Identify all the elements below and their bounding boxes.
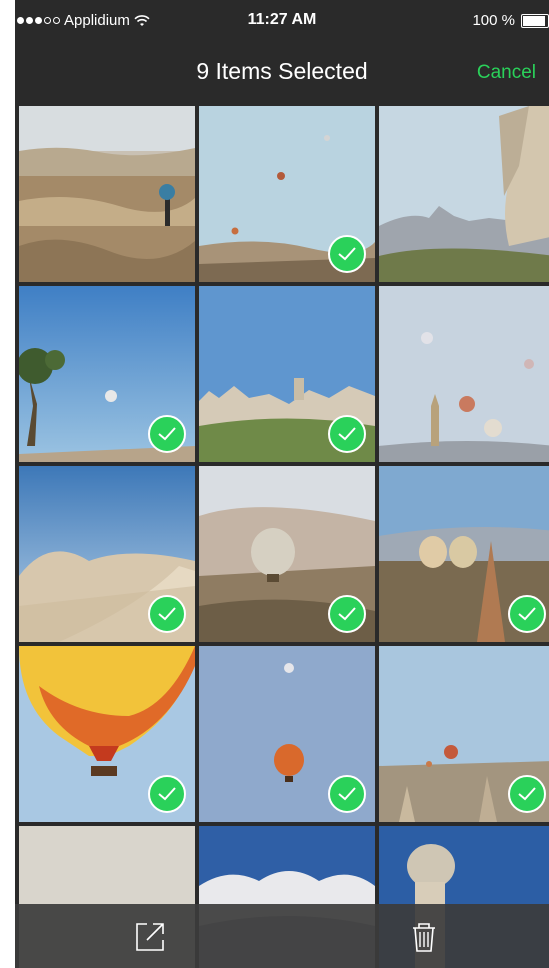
photo-rock-town bbox=[379, 106, 549, 282]
selected-check-icon bbox=[328, 235, 366, 273]
navigation-bar: 9 Items Selected Cancel bbox=[15, 44, 549, 100]
photo-thumbnail[interactable] bbox=[379, 286, 549, 462]
selected-check-icon bbox=[508, 595, 546, 633]
photo-thumbnail[interactable] bbox=[19, 646, 195, 822]
photo-minaret-balloons bbox=[379, 286, 549, 462]
photo-thumbnail[interactable] bbox=[199, 286, 375, 462]
cancel-button[interactable]: Cancel bbox=[477, 62, 536, 84]
selected-check-icon bbox=[148, 595, 186, 633]
selected-check-icon bbox=[508, 775, 546, 813]
photo-thumbnail[interactable] bbox=[379, 466, 549, 642]
battery-icon bbox=[521, 13, 549, 28]
photo-selection-screen: Applidium 11:27 AM 100 % 9 Items Selecte… bbox=[15, 0, 549, 968]
selected-check-icon bbox=[328, 775, 366, 813]
battery-percent: 100 % bbox=[472, 12, 515, 29]
selected-check-icon bbox=[328, 595, 366, 633]
selected-check-icon bbox=[328, 415, 366, 453]
trash-icon bbox=[413, 923, 435, 952]
selected-check-icon bbox=[148, 415, 186, 453]
photo-thumbnail[interactable] bbox=[19, 286, 195, 462]
photo-thumbnail[interactable] bbox=[379, 646, 549, 822]
share-button[interactable] bbox=[133, 920, 167, 954]
photo-thumbnail[interactable] bbox=[199, 646, 375, 822]
photo-thumbnail[interactable] bbox=[19, 106, 195, 282]
photo-thumbnail[interactable] bbox=[199, 106, 375, 282]
status-bar: Applidium 11:27 AM 100 % bbox=[15, 0, 549, 44]
share-icon bbox=[136, 923, 164, 951]
delete-button[interactable] bbox=[407, 920, 441, 954]
photo-badlands-hiker bbox=[19, 106, 195, 282]
photo-thumbnail[interactable] bbox=[19, 466, 195, 642]
photo-thumbnail[interactable] bbox=[379, 106, 549, 282]
status-time: 11:27 AM bbox=[247, 11, 317, 28]
photo-thumbnail[interactable] bbox=[199, 466, 375, 642]
selected-check-icon bbox=[148, 775, 186, 813]
bottom-toolbar bbox=[15, 904, 549, 968]
page-title: 9 Items Selected bbox=[196, 58, 368, 84]
battery-group: 100 % bbox=[472, 12, 549, 29]
